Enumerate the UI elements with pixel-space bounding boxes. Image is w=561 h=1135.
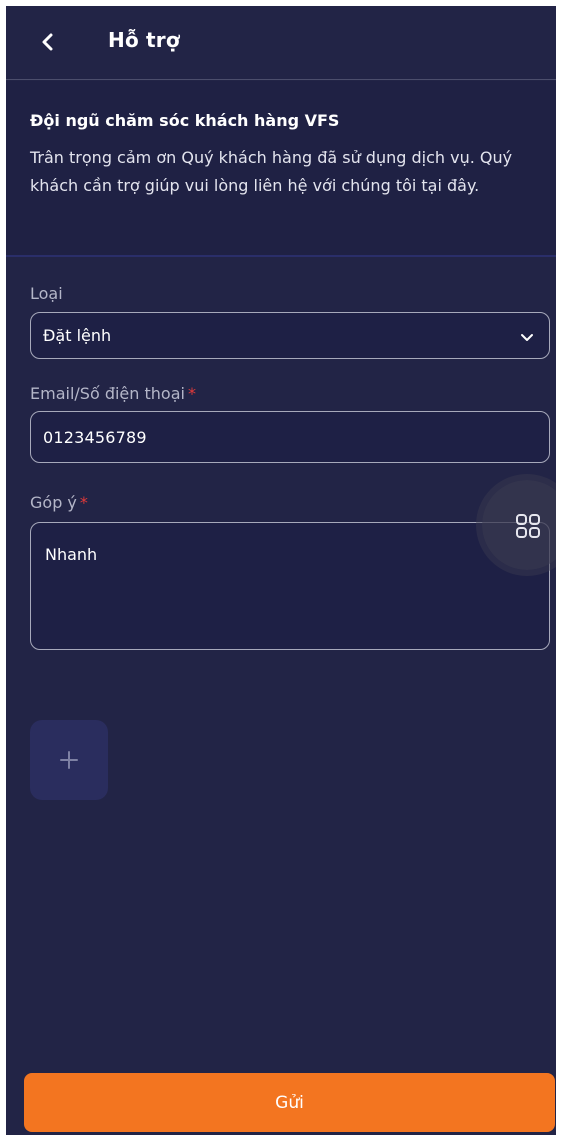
app-header: Hỗ trợ [6,6,556,80]
intro-section: Đội ngũ chăm sóc khách hàng VFS Trân trọ… [6,81,556,257]
grid-icon [516,514,540,538]
type-label: Loại [30,284,63,303]
required-mark: * [79,493,88,512]
type-select-value: Đặt lệnh [43,326,112,345]
add-attachment-button[interactable] [30,720,108,800]
submit-button[interactable]: Gửi [24,1073,555,1132]
intro-description: Trân trọng cảm ơn Quý khách hàng đã sử d… [30,148,513,195]
plus-icon [60,751,78,769]
chevron-left-icon [42,33,53,51]
support-screen: Hỗ trợ Đội ngũ chăm sóc khách hàng VFS T… [6,6,556,1135]
type-select[interactable]: Đặt lệnh [30,312,550,359]
contact-input-value: 0123456789 [43,428,147,447]
feedback-textarea[interactable]: Nhanh [30,522,550,650]
feedback-label: Góp ý * [30,493,88,512]
feedback-label-text: Góp ý [30,493,77,512]
chevron-down-icon [521,334,533,341]
submit-button-label: Gửi [275,1092,304,1113]
back-button[interactable] [30,24,66,60]
type-label-text: Loại [30,284,63,303]
contact-input[interactable]: 0123456789 [30,411,550,463]
contact-label: Email/Số điện thoại * [30,384,196,403]
required-mark: * [187,384,196,403]
page-title: Hỗ trợ [108,28,180,52]
contact-label-text: Email/Số điện thoại [30,384,185,403]
intro-title: Đội ngũ chăm sóc khách hàng VFS [30,111,340,130]
feedback-textarea-value: Nhanh [45,545,98,564]
